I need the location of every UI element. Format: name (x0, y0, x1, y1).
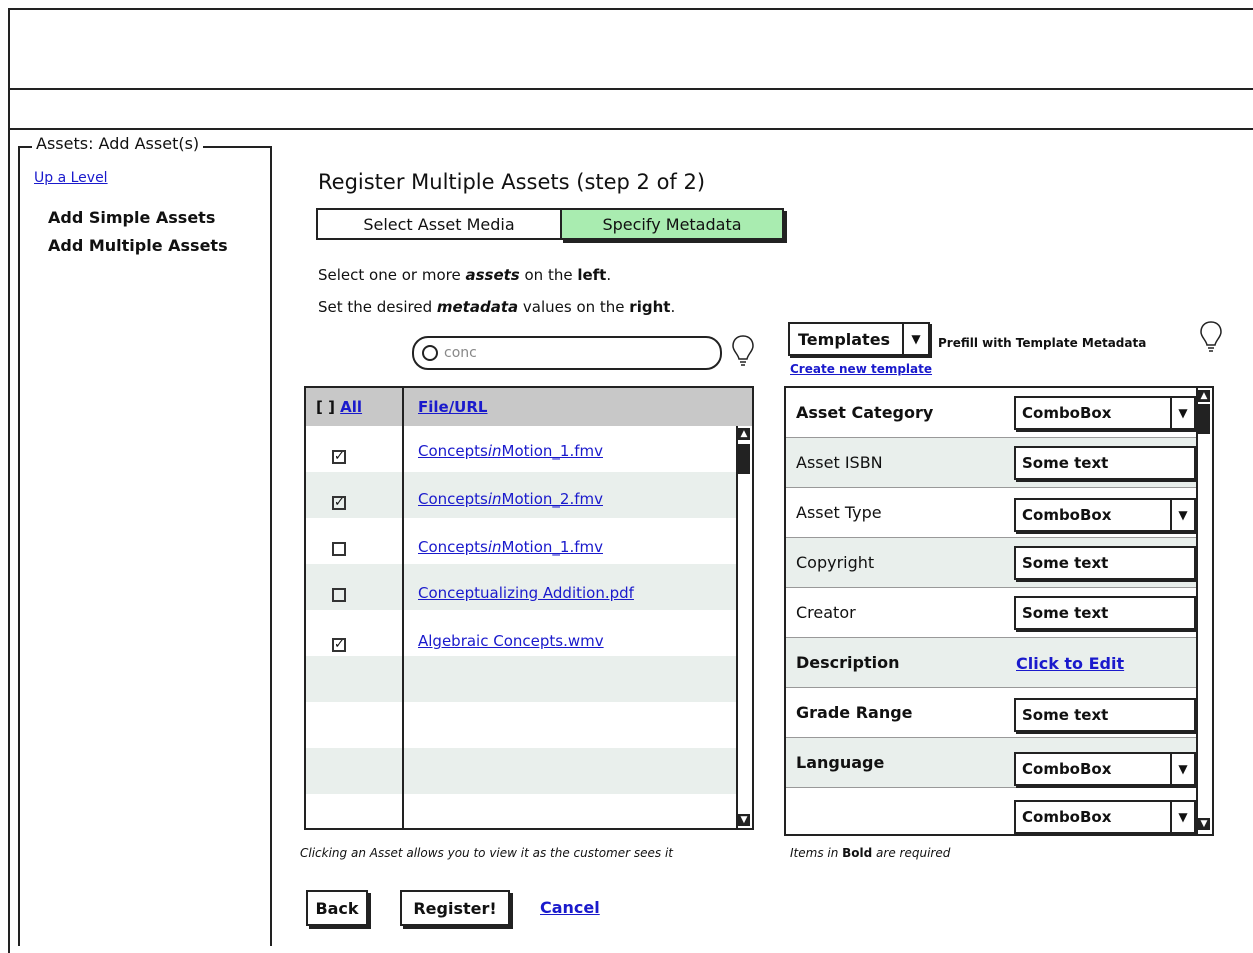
asset-file-link[interactable]: ConceptsinMotion_1.fmv (418, 538, 603, 556)
sidebar-title: Assets: Add Asset(s) (32, 134, 204, 153)
header-select-all[interactable]: [ ] All (316, 398, 362, 416)
metadata-label: Grade Range (796, 703, 913, 722)
tab-specify-metadata[interactable]: Specify Metadata (560, 208, 784, 240)
header-divider (8, 88, 1253, 90)
sidebar (18, 146, 272, 946)
scroll-down-icon[interactable]: ▼ (1198, 818, 1210, 830)
create-new-template-link[interactable]: Create new template (790, 362, 932, 376)
asset-checkbox[interactable]: ✓ (332, 450, 346, 464)
prefill-label: Prefill with Template Metadata (938, 336, 1147, 350)
metadata-label: Copyright (796, 553, 875, 572)
asset-checkbox[interactable] (332, 542, 346, 556)
hint-lightbulb-icon[interactable] (732, 334, 754, 370)
asset-type-combobox[interactable]: ComboBox ▼ (1014, 498, 1196, 532)
search-icon (422, 345, 438, 361)
register-button[interactable]: Register! (400, 890, 510, 926)
chevron-down-icon: ▼ (902, 324, 928, 354)
scroll-thumb[interactable] (738, 444, 750, 474)
metadata-label: Language (796, 753, 885, 772)
sidebar-item-add-multiple-assets[interactable]: Add Multiple Assets (48, 236, 228, 255)
metadata-scrollbar[interactable] (1196, 388, 1212, 834)
scroll-up-icon[interactable]: ▲ (1198, 390, 1210, 402)
instructions-line-2: Set the desired metadata values on the r… (318, 298, 676, 316)
instructions-line-1: Select one or more assets on the left. (318, 266, 612, 284)
up-a-level-link[interactable]: Up a Level (34, 170, 108, 186)
cancel-link[interactable]: Cancel (540, 898, 600, 917)
metadata-label: Asset Category (796, 403, 934, 422)
row-divider (786, 437, 1196, 438)
column-divider (402, 388, 404, 828)
row-divider (786, 687, 1196, 688)
row-divider (786, 537, 1196, 538)
scroll-down-icon[interactable]: ▼ (738, 814, 750, 826)
chevron-down-icon: ▼ (1170, 754, 1194, 784)
table-row (306, 656, 736, 702)
asset-file-link[interactable]: ConceptsinMotion_1.fmv (418, 442, 603, 460)
chevron-down-icon: ▼ (1170, 398, 1194, 428)
creator-field[interactable]: Some text (1014, 596, 1196, 630)
asset-checkbox[interactable]: ✓ (332, 638, 346, 652)
required-items-note: Items in Bold are required (790, 846, 951, 860)
table-header (306, 388, 752, 426)
table-row (306, 748, 736, 794)
metadata-label: Asset ISBN (796, 453, 883, 472)
asset-file-link[interactable]: ConceptsinMotion_2.fmv (418, 490, 603, 508)
asset-isbn-field[interactable]: Some text (1014, 446, 1196, 480)
templates-select[interactable]: Templates ▼ (788, 322, 930, 356)
page-title: Register Multiple Assets (step 2 of 2) (318, 170, 706, 194)
grade-range-field[interactable]: Some text (1014, 698, 1196, 732)
metadata-label: Description (796, 653, 900, 672)
row-divider (786, 487, 1196, 488)
asset-category-combobox[interactable]: ComboBox ▼ (1014, 396, 1196, 430)
asset-file-link[interactable]: Conceptualizing Addition.pdf (418, 584, 634, 602)
metadata-label: Asset Type (796, 503, 882, 522)
sidebar-item-add-simple-assets[interactable]: Add Simple Assets (48, 208, 215, 227)
copyright-field[interactable]: Some text (1014, 546, 1196, 580)
assets-table-note: Clicking an Asset allows you to view it … (300, 846, 673, 860)
file-url-column-header[interactable]: File/URL (418, 398, 487, 416)
asset-search-input[interactable]: conc (412, 336, 722, 370)
row-divider (786, 737, 1196, 738)
asset-checkbox[interactable]: ✓ (332, 496, 346, 510)
select-all-link[interactable]: All (340, 398, 362, 416)
table-row (306, 702, 736, 748)
table-row (306, 794, 736, 828)
chevron-down-icon: ▼ (1170, 802, 1194, 832)
metadata-label: Creator (796, 603, 856, 622)
chevron-down-icon: ▼ (1170, 500, 1194, 530)
language-combobox[interactable]: ComboBox ▼ (1014, 752, 1196, 786)
asset-file-link[interactable]: Algebraic Concepts.wmv (418, 632, 604, 650)
row-divider (786, 587, 1196, 588)
back-button[interactable]: Back (306, 890, 368, 926)
prefill-lightbulb-icon[interactable] (1200, 320, 1222, 356)
scroll-thumb[interactable] (1198, 404, 1210, 434)
tab-select-asset-media[interactable]: Select Asset Media (316, 208, 562, 240)
search-value: conc (444, 345, 477, 361)
row-divider (786, 637, 1196, 638)
scroll-up-icon[interactable]: ▲ (738, 428, 750, 440)
nav-divider (8, 128, 1253, 130)
description-click-to-edit-link[interactable]: Click to Edit (1016, 654, 1124, 673)
extra-combobox[interactable]: ComboBox ▼ (1014, 800, 1196, 834)
row-divider (786, 787, 1196, 788)
assets-scrollbar[interactable] (736, 426, 752, 828)
asset-checkbox[interactable] (332, 588, 346, 602)
